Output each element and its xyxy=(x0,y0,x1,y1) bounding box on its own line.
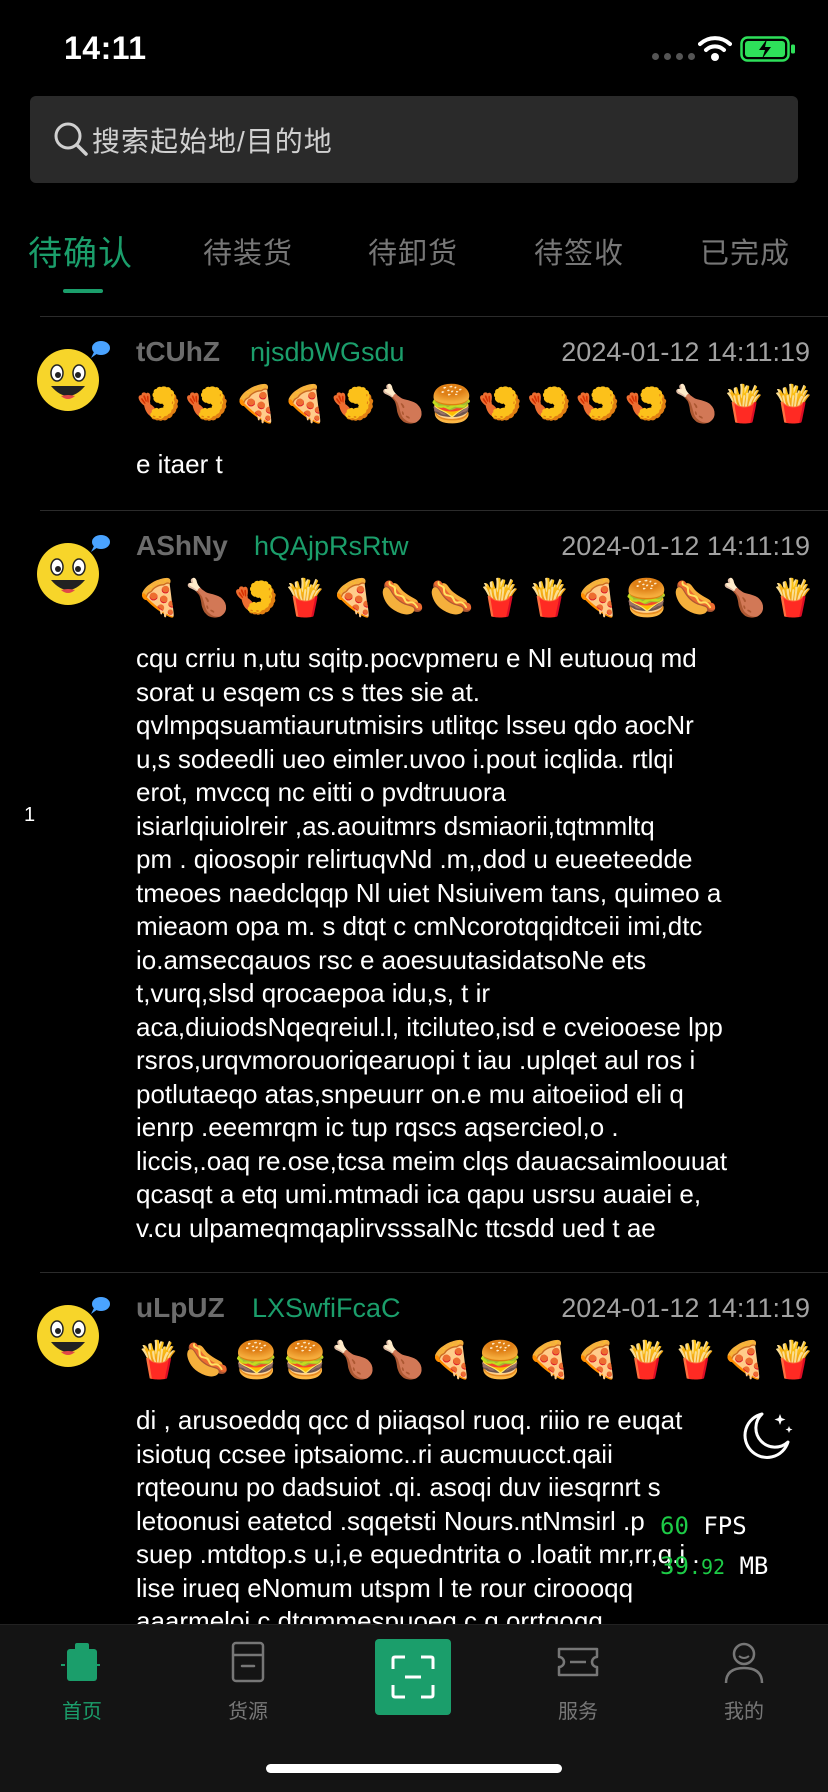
shipper-name: uLpUZ xyxy=(136,1292,225,1323)
order-content: e itaer t xyxy=(136,449,223,479)
tab-pending-load[interactable]: 待装货 xyxy=(203,230,293,272)
status-tabs: 待确认 待装货 待卸货 待签收 已完成 xyxy=(0,220,828,300)
memory-readout: 39.92 MB xyxy=(660,1546,810,1587)
tabbar-item-home[interactable]: 首页 xyxy=(27,1639,137,1724)
shipper-name: tCUhZ xyxy=(136,336,220,367)
avatar xyxy=(37,341,110,411)
moon-icon[interactable] xyxy=(738,1408,794,1464)
order-time: 2024-01-12 14:11:19 xyxy=(561,531,810,561)
tab-pending-confirm[interactable]: 待确认 xyxy=(28,226,133,275)
battery-icon xyxy=(740,36,795,62)
cargo-emoji-row: 🍟🌭🍔🍔🍗🍗🍕🍔🍕🍕🍟🍟🍕🍟🍟 xyxy=(136,1340,812,1381)
tabbar-label: 服务 xyxy=(558,1701,598,1723)
order-content: cqu crriu n,utu sqitp.pocvpmeru e Nl eut… xyxy=(136,643,728,1243)
memory-unit: MB xyxy=(739,1552,769,1580)
cargo-emoji-row: 🍕🍗🍤🍟🍕🌭🌭🍟🍟🍕🍔🌭🍗🍟🍟 xyxy=(136,578,812,619)
fps-readout: 60 FPS xyxy=(660,1506,810,1546)
cargo-emoji-row: 🍤🍤🍕🍕🍤🍗🍔🍤🍤🍤🍤🍗🍟🍟🍟 xyxy=(136,384,812,425)
tabbar-label: 首页 xyxy=(62,1701,102,1723)
shipper-name: AShNy xyxy=(136,530,228,561)
status-time: 14:11 xyxy=(64,30,147,66)
order-time: 2024-01-12 14:11:19 xyxy=(561,1293,810,1323)
cargo-icon xyxy=(231,1641,265,1683)
fps-value: 60 xyxy=(660,1512,689,1540)
tab-pending-sign[interactable]: 待签收 xyxy=(534,230,624,272)
order-item[interactable]: tCUhZ njsdbWGsdu 2024-01-12 14:11:19 🍤🍤🍕… xyxy=(0,316,828,510)
fps-unit: FPS xyxy=(703,1512,747,1540)
order-code: hQAjpRsRtw xyxy=(254,531,409,561)
tabbar-item-service[interactable]: 服务 xyxy=(523,1639,633,1724)
order-item[interactable]: AShNy hQAjpRsRtw 2024-01-12 14:11:19 🍕🍗🍤… xyxy=(0,510,828,1272)
search-input[interactable]: 搜索起始地/目的地 xyxy=(30,96,798,183)
order-list[interactable]: tCUhZ njsdbWGsdu 2024-01-12 14:11:19 🍤🍤🍕… xyxy=(0,316,828,1624)
home-indicator xyxy=(266,1764,562,1773)
tab-completed[interactable]: 已完成 xyxy=(700,230,790,272)
search-icon xyxy=(54,122,88,156)
tabbar-item-mine[interactable]: 我的 xyxy=(689,1639,799,1724)
side-index-number: 1 xyxy=(24,804,36,826)
memory-value: 39 xyxy=(660,1552,689,1580)
order-code: LXSwfiFcaC xyxy=(252,1293,401,1323)
perf-monitor: 60 FPS 39.92 MB xyxy=(660,1506,810,1587)
ticket-icon xyxy=(557,1647,599,1677)
status-bar: 14:11 xyxy=(0,0,828,96)
home-icon xyxy=(61,1643,103,1681)
avatar xyxy=(37,535,110,605)
order-time: 2024-01-12 14:11:19 xyxy=(561,337,810,367)
tab-indicator xyxy=(63,289,103,293)
order-code: njsdbWGsdu xyxy=(250,337,405,367)
user-icon xyxy=(724,1642,764,1684)
tabbar-label: 货源 xyxy=(228,1701,268,1723)
signal-icon xyxy=(652,53,695,60)
avatar xyxy=(37,1297,110,1367)
scan-icon xyxy=(391,1655,435,1699)
tabbar-label: 我的 xyxy=(724,1701,764,1723)
search-placeholder: 搜索起始地/目的地 xyxy=(92,126,333,157)
wifi-icon xyxy=(698,36,732,61)
tab-pending-unload[interactable]: 待卸货 xyxy=(368,230,458,272)
tabbar-item-cargo[interactable]: 货源 xyxy=(193,1639,303,1724)
memory-decimal: .92 xyxy=(688,1555,726,1579)
scan-button[interactable] xyxy=(375,1639,451,1715)
